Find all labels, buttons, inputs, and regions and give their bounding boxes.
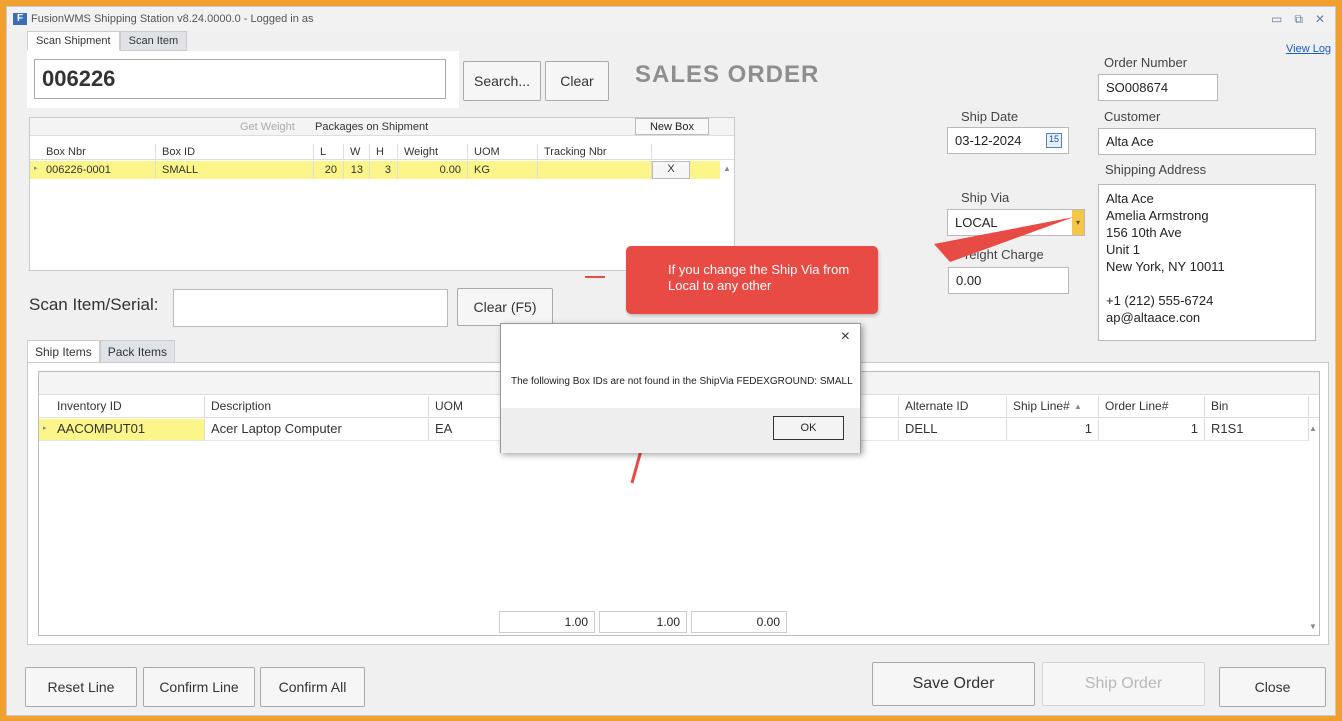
annotation-callout: If you change the Ship Via from Local to… [626,246,878,314]
ok-button[interactable]: OK [773,416,844,440]
dialog-message: The following Box IDs are not found in t… [511,376,853,387]
dialog-footer: OK [501,408,860,453]
callout-pointer [934,217,1074,262]
error-dialog: × The following Box IDs are not found in… [500,323,861,453]
dialog-close-icon[interactable]: × [841,328,850,346]
